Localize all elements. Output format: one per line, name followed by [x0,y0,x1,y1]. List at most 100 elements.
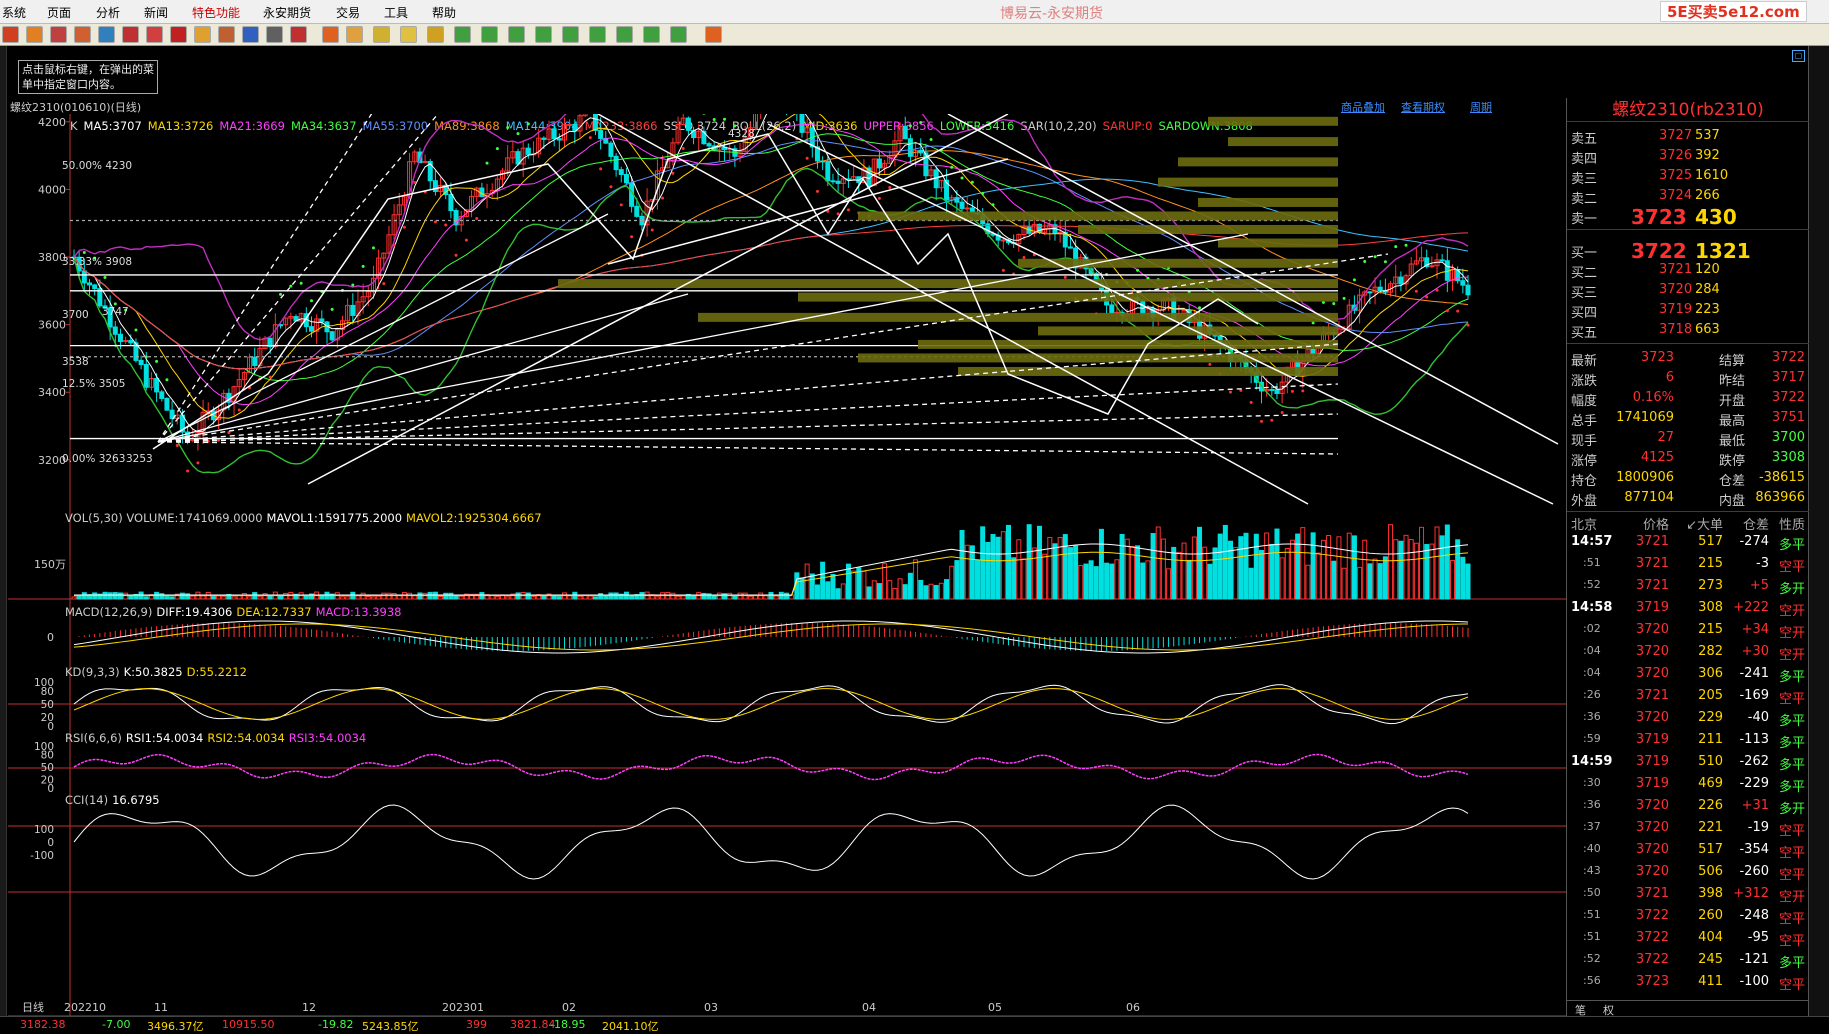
stat-cell: 持仓 [1571,474,1598,489]
status-value: 2041.10亿 [602,1020,659,1033]
ask-price: 3727 [1659,128,1693,143]
tick-row: 14:57 3721 517 -274 多平 [1567,534,1809,556]
menu-trade[interactable]: 交易 [336,4,360,21]
candle [1398,276,1404,285]
quote-tabs: 笔权 [1567,1000,1809,1017]
tick-cell: 510 [1698,754,1723,769]
candle [618,169,624,175]
toolbar-button[interactable] [170,26,187,43]
toolbar-button[interactable] [643,26,660,43]
tick-cell: :37 [1583,820,1601,833]
tick-row: :36 3720 226 +31 多开 [1567,798,1809,820]
toolbar-button[interactable] [98,26,115,43]
chart-canvas[interactable]: 420040003800360034003200432850.00% 42303… [8,114,1566,1016]
ask-volume: 1610 [1695,168,1729,183]
stat-cell: 3751 [1771,410,1805,425]
menu-news[interactable]: 新闻 [144,4,168,21]
menu-page[interactable]: 页面 [47,4,71,21]
tick-row: :02 3720 215 +34 空开 [1567,622,1809,644]
maximize-icon[interactable]: ▢ [1792,50,1805,62]
menu-tools[interactable]: 工具 [384,4,408,21]
toolbar-button[interactable] [508,26,525,43]
toolbar-button[interactable] [346,26,363,43]
status-value: 10915.50 [222,1018,275,1031]
bid-label: 买一 [1571,246,1598,261]
menu-yongan[interactable]: 永安期货 [263,4,311,21]
toolbar-button[interactable] [400,26,417,43]
bid-row: 买一 3722 1321 [1567,239,1809,263]
tick-row: :30 3719 469 -229 多平 [1567,776,1809,798]
tick-cell: 空开 [1778,626,1805,641]
toolbar-button[interactable] [373,26,390,43]
toolbar-button[interactable] [427,26,444,43]
toolbar-button[interactable] [705,26,722,43]
status-bar: 3182.38 -7.00 3496.37亿 10915.50 -19.82 5243.8… [0,1016,1829,1033]
toolbar-button[interactable] [74,26,91,43]
menu-system[interactable]: 系统 [2,4,26,21]
divider [1567,229,1809,230]
x-axis-label: 06 [1126,1001,1140,1014]
link-options[interactable]: 查看期权 [1401,99,1445,115]
tick-row: :37 3720 221 -19 空平 [1567,820,1809,842]
tick-row: :04 3720 282 +30 空开 [1567,644,1809,666]
stat-row: 总手 1741069 最高 3751 [1567,410,1809,430]
menu-help[interactable]: 帮助 [432,4,456,21]
link-overlay[interactable]: 商品叠加 [1341,99,1385,115]
ask-price: 3724 [1659,188,1693,203]
stat-cell: 3308 [1771,450,1805,465]
kd-y-label: 0 [47,721,54,733]
toolbar-button[interactable] [535,26,552,43]
toolbar-button[interactable] [266,26,283,43]
stat-cell: 内盘 [1719,494,1746,509]
tick-cell: 3720 [1635,644,1669,659]
toolbar-button[interactable] [481,26,498,43]
stat-cell: 1800906 [1616,470,1674,485]
candle [1269,388,1275,391]
toolbar-button[interactable] [589,26,606,43]
toolbar-button[interactable] [218,26,235,43]
candle [1429,265,1435,268]
tick-cell: 3720 [1635,798,1669,813]
tick-row: :36 3720 229 -40 多平 [1567,710,1809,732]
tick-cell: -274 [1739,534,1769,549]
toolbar-button[interactable] [122,26,139,43]
toolbar-button[interactable] [194,26,211,43]
tick-row: :43 3720 506 -260 空平 [1567,864,1809,886]
toolbar-button[interactable] [146,26,163,43]
menu-special[interactable]: 特色功能 [192,4,240,21]
toolbar-button[interactable] [50,26,67,43]
candle [1000,239,1006,242]
toolbar-button[interactable] [2,26,19,43]
tick-cell: +30 [1741,644,1769,659]
stat-cell: 863966 [1755,490,1805,505]
tick-cell: 404 [1698,930,1723,945]
toolbar-button[interactable] [616,26,633,43]
tick-cell: 多平 [1778,780,1805,795]
tick-cell: 3720 [1635,820,1669,835]
tick-header-cell: 价格 [1642,518,1669,533]
tick-cell: 245 [1698,952,1723,967]
candle [252,356,258,366]
toolbar-button[interactable] [322,26,339,43]
tick-cell: 3720 [1635,666,1669,681]
toolbar-button[interactable] [26,26,43,43]
tick-row: 14:59 3719 510 -262 多平 [1567,754,1809,776]
tick-cell: 3720 [1635,622,1669,637]
toolbar-button[interactable] [290,26,307,43]
tick-cell: +31 [1741,798,1769,813]
toolbar-button[interactable] [670,26,687,43]
link-period[interactable]: 周期 [1470,99,1492,115]
ask-price: 3723 [1631,205,1687,229]
toolbar-button[interactable] [242,26,259,43]
tick-cell: 221 [1698,820,1723,835]
stat-cell: 涨停 [1571,454,1598,469]
menu-analysis[interactable]: 分析 [96,4,120,21]
toolbar-button[interactable] [454,26,471,43]
toolbar-button[interactable] [562,26,579,43]
tick-cell: 空平 [1778,912,1805,927]
indicator-legend: CCI(14) 16.6795 [65,793,160,807]
side-tabs-strip[interactable] [1808,46,1829,1031]
stat-cell: 3700 [1771,430,1805,445]
cci-y-label: -100 [30,850,54,862]
left-strip [0,46,7,1031]
